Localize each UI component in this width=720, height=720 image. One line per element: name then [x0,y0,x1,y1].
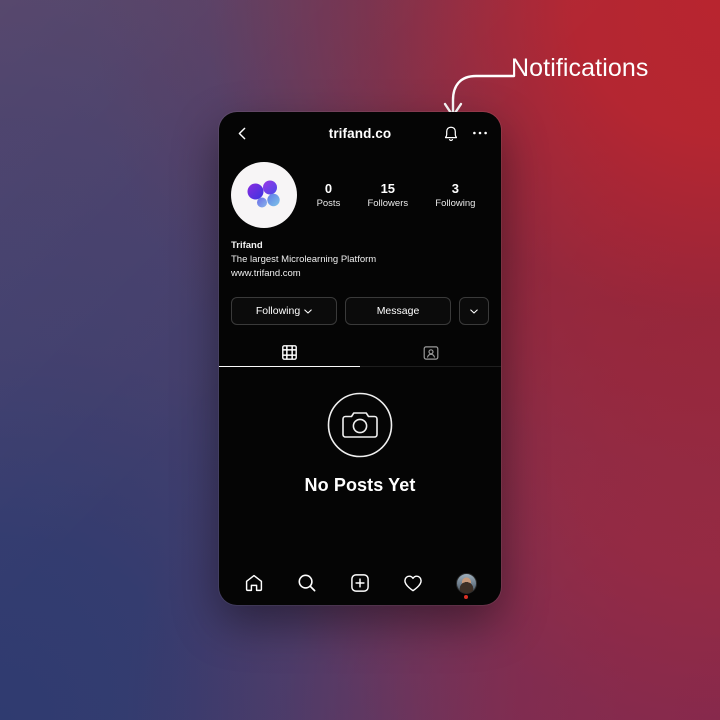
bottom-navigation [219,561,501,605]
bio-description: The largest Microlearning Platform [231,254,377,265]
nav-profile[interactable] [449,566,483,600]
stat-value: 3 [451,180,459,196]
more-actions-button[interactable] [459,297,489,325]
stat-following[interactable]: 3 Following [435,180,475,211]
header-actions [443,125,488,142]
grid-icon [282,345,297,360]
stat-posts[interactable]: 0 Posts [317,180,341,211]
search-icon [298,574,316,592]
home-icon [245,574,262,592]
ellipsis-horizontal-icon [473,131,487,135]
chevron-down-icon [304,308,312,314]
stat-label: Posts [316,197,341,209]
camera-icon [327,392,393,458]
bio-display-name: Trifand [231,240,263,251]
bell-icon [444,126,458,141]
annotation-label: Notifications [511,54,649,82]
following-label: Following [255,305,301,317]
more-options-button[interactable] [472,130,488,136]
chevron-down-icon [470,308,478,314]
nav-create[interactable] [343,566,377,600]
back-button[interactable] [232,123,252,143]
phone-mockup: trifand.co 0 Posts 15 Followers 3 Follow… [219,112,501,605]
nav-activity[interactable] [396,566,430,600]
stat-followers[interactable]: 15 Followers [367,180,408,211]
tab-grid[interactable] [219,339,360,366]
plus-square-icon [351,574,369,592]
notification-badge-dot [464,595,469,599]
nav-search[interactable] [290,566,324,600]
empty-state: No Posts Yet [219,367,501,561]
heart-icon [404,574,422,591]
profile-avatar[interactable] [231,162,297,228]
message-button[interactable]: Message [345,297,451,325]
message-label: Message [376,305,420,317]
profile-header: 0 Posts 15 Followers 3 Following [219,154,501,228]
app-header: trifand.co [219,112,501,154]
empty-state-title: No Posts Yet [304,475,416,495]
profile-actions: Following Message [219,281,501,325]
avatar-icon [455,572,477,594]
stat-label: Followers [367,197,409,209]
chevron-left-icon [238,127,245,139]
profile-stats: 0 Posts 15 Followers 3 Following [297,180,489,211]
tab-tagged[interactable] [360,339,501,366]
stat-value: 15 [380,180,396,196]
profile-bio: Trifand The largest Microlearning Platfo… [219,228,501,281]
notifications-button[interactable] [443,125,459,142]
tab-active-indicator [219,365,360,367]
following-button[interactable]: Following [231,297,337,325]
nav-home[interactable] [237,566,271,600]
trifand-logo-avatar [247,180,280,208]
stat-label: Following [435,197,476,209]
bio-website-link[interactable]: www.trifand.com [231,267,489,281]
profile-tabs [219,339,501,367]
tagged-person-icon [423,345,438,360]
stat-value: 0 [324,180,333,196]
